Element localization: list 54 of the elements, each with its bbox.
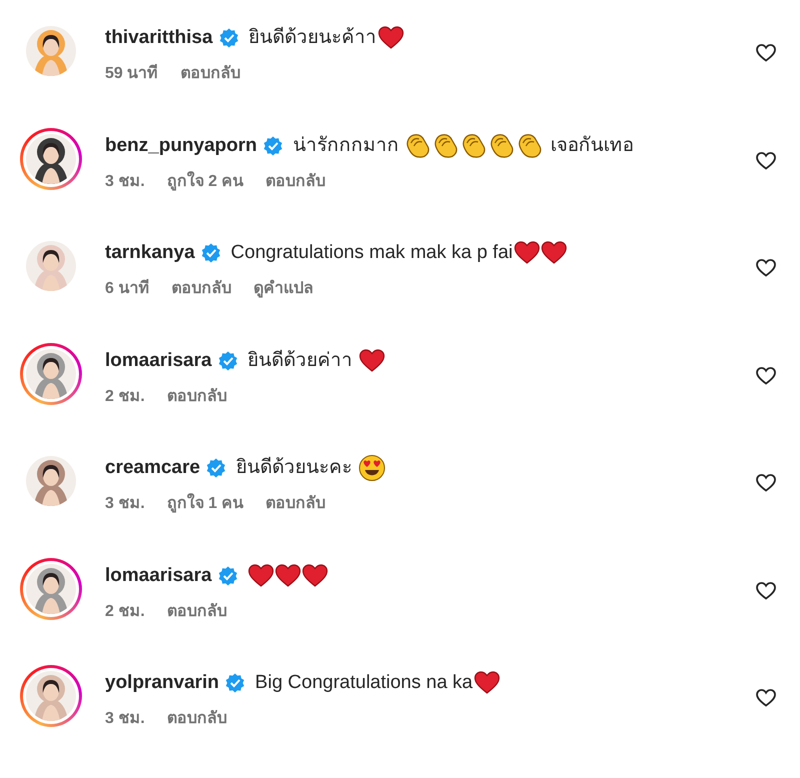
meta-link[interactable]: ตอบกลับ: [166, 384, 227, 408]
heart-emoji-icon: [274, 564, 301, 588]
heart-outline-icon[interactable]: [756, 44, 776, 62]
heart-emoji-icon: [474, 671, 500, 695]
meta-link[interactable]: ตอบกลับ: [166, 707, 227, 731]
meta-link[interactable]: ตอบกลับ: [266, 492, 326, 516]
timestamp: 3 ชม.: [105, 494, 145, 514]
heart-emoji-icon: [248, 564, 274, 588]
verified-badge-icon: [263, 136, 284, 156]
heart-emoji-icon: [378, 26, 404, 50]
verified-badge-icon: [218, 566, 238, 586]
username[interactable]: yolpranvarin: [105, 669, 220, 697]
heart-outline-icon[interactable]: [756, 474, 776, 492]
timestamp: 6 นาที: [105, 278, 150, 299]
meta-link[interactable]: ถูกใจ 1 คน: [166, 492, 244, 516]
timestamp: 3 ชม.: [105, 709, 145, 729]
heart-outline-icon[interactable]: [756, 366, 776, 384]
username[interactable]: creamcare: [105, 454, 200, 482]
comment-text: ยินดีด้วยค่าา: [248, 348, 354, 372]
username[interactable]: lomaarisara: [105, 346, 212, 374]
heart-eyes-emoji-icon: [358, 454, 386, 482]
timestamp: 2 ชม.: [105, 386, 145, 406]
username[interactable]: lomaarisara: [105, 562, 212, 590]
username[interactable]: thivaritthisa: [105, 24, 213, 52]
heart-emoji-icon: [540, 241, 567, 265]
comment-text: น่ารักกกมาก: [293, 134, 400, 158]
verified-badge-icon: [200, 243, 221, 263]
heart-emoji-icon: [302, 564, 328, 588]
verified-badge-icon: [218, 28, 239, 48]
comment-text: Big Congratulations na ka: [255, 671, 473, 695]
meta-link[interactable]: ถูกใจ 2 คน: [166, 170, 244, 194]
meta-link[interactable]: ตอบกลับ: [180, 62, 240, 86]
meta-link[interactable]: ตอบกลับ: [166, 600, 227, 624]
heart-outline-icon[interactable]: [756, 152, 776, 170]
verified-badge-icon: [218, 350, 238, 370]
comment-text: ยินดีด้วยนะค้าา: [248, 26, 377, 50]
comment-text: เจอกันเทอ: [550, 134, 634, 158]
timestamp: 2 ชม.: [105, 602, 145, 622]
heart-outline-icon[interactable]: [756, 582, 776, 600]
username[interactable]: benz_punyaporn: [105, 132, 258, 160]
heart-emoji-icon: [358, 348, 385, 372]
heart-outline-icon[interactable]: [756, 689, 776, 707]
meta-link[interactable]: ดูคำแปล: [253, 277, 314, 301]
verified-badge-icon: [206, 458, 226, 478]
comment-text: Congratulations mak mak ka p fai: [230, 241, 513, 265]
meta-link[interactable]: ตอบกลับ: [171, 277, 232, 301]
timestamp: 59 นาที: [105, 63, 158, 84]
heart-outline-icon[interactable]: [756, 259, 776, 277]
username[interactable]: tarnkanya: [105, 239, 195, 267]
verified-badge-icon: [225, 673, 246, 693]
meta-link[interactable]: ตอบกลับ: [266, 170, 326, 194]
timestamp: 3 ชม.: [105, 172, 145, 192]
heart-emoji-icon: [514, 241, 540, 265]
comment-text: ยินดีด้วยนะคะ: [236, 456, 354, 480]
